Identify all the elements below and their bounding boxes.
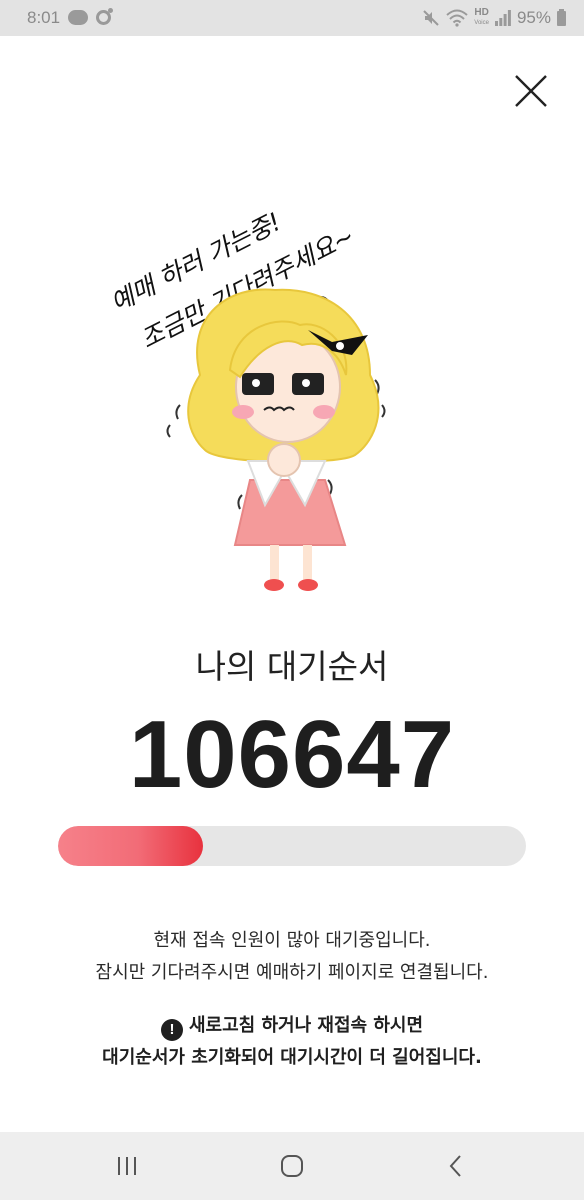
queue-order-label: 나의 대기순서: [195, 647, 389, 686]
queue-order-number: 106647: [128, 701, 456, 808]
back-icon: [449, 1155, 461, 1177]
home-button[interactable]: [272, 1146, 312, 1186]
waiting-character-illustration: 예매 하러 가는중! 조금만 기다려주세요~: [106, 207, 386, 591]
close-icon: [515, 75, 547, 107]
refresh-warning-line1-row: ! 새로고침 하거나 재접속 하시면: [0, 1010, 584, 1042]
signal-icon: [494, 10, 511, 26]
wifi-icon: [446, 9, 468, 27]
battery-icon: [557, 8, 566, 26]
refresh-warning-line1: 새로고침 하거나 재접속 하시면: [188, 1015, 424, 1036]
status-time: 8:01: [27, 8, 61, 27]
recent-apps-button[interactable]: [107, 1146, 147, 1186]
hd-voice-icon: HD Voice: [474, 8, 489, 28]
exclamation-icon: !: [160, 1019, 183, 1041]
app-notification-icon: [96, 8, 113, 25]
battery-percent: 95%: [516, 8, 551, 27]
queue-progress-bar: [58, 826, 526, 866]
refresh-warning: ! 새로고침 하거나 재접속 하시면 대기순서가 초기화되어 대기시간이 더 길어…: [0, 1010, 584, 1074]
voice-label: Voice: [474, 20, 489, 26]
hd-label: HD: [474, 7, 489, 18]
back-button[interactable]: [436, 1146, 476, 1186]
waiting-message-line1: 현재 접속 인원이 많아 대기중입니다.: [153, 930, 431, 951]
waiting-message-line2: 잠시만 기다려주시면 예매하기 페이지로 연결됩니다.: [95, 962, 489, 983]
status-bar: 8:01 HD Voice 95%: [0, 0, 584, 36]
recent-apps-icon: [118, 1157, 136, 1175]
waiting-message: 현재 접속 인원이 많아 대기중입니다. 잠시만 기다려주시면 예매하기 페이지…: [0, 925, 584, 989]
refresh-warning-line2: 대기순서가 초기화되어 대기시간이 더 길어집니다.: [102, 1047, 482, 1068]
close-button[interactable]: [510, 70, 552, 112]
home-icon: [281, 1155, 303, 1177]
kakaotalk-notification-icon: [68, 10, 88, 25]
system-navigation-bar: [0, 1132, 584, 1200]
queue-progress-fill: [58, 826, 204, 866]
mute-icon: [423, 10, 439, 26]
